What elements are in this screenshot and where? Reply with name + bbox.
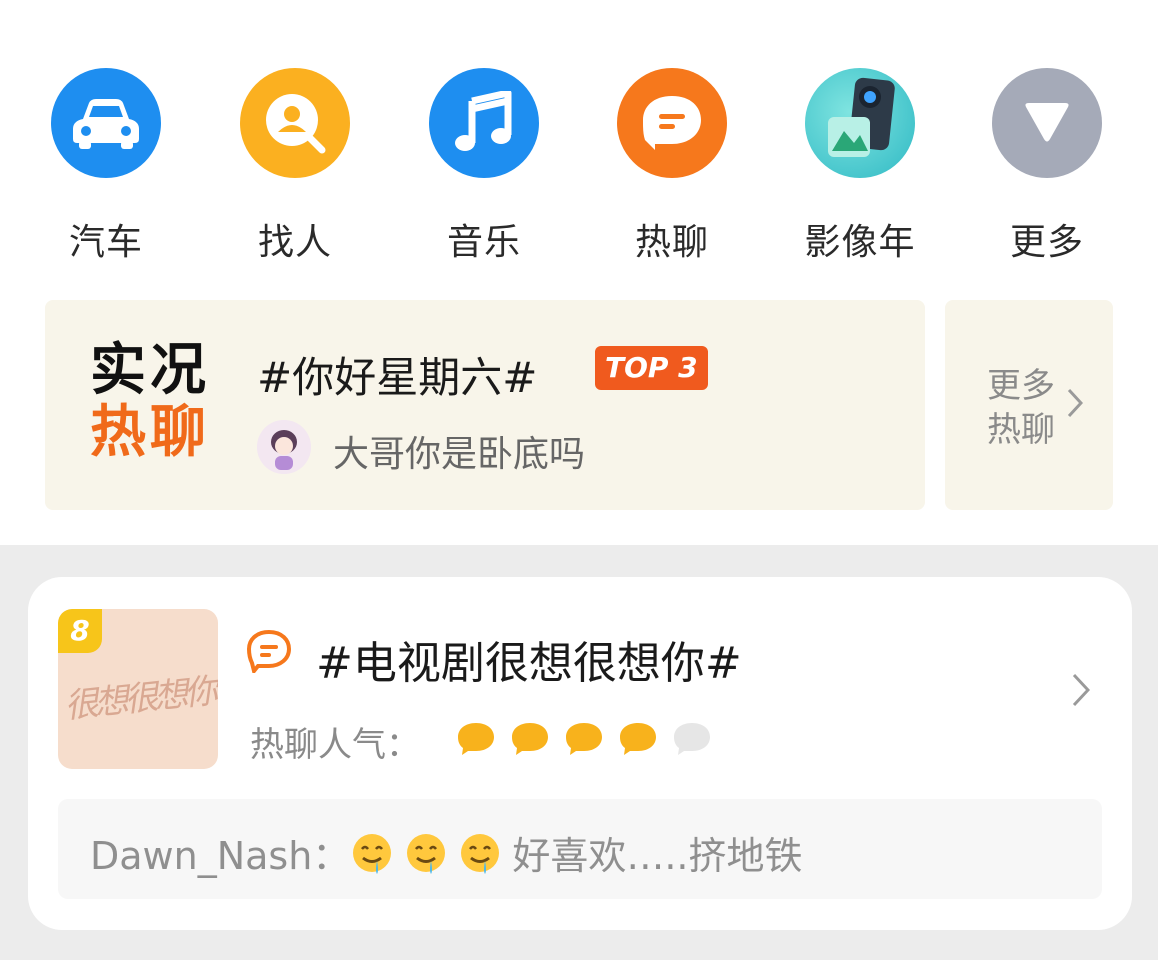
find-person-icon bbox=[240, 68, 350, 178]
topic-cover-image: 8 很想很想你 bbox=[58, 609, 218, 769]
popularity-bubble-empty-icon bbox=[674, 723, 710, 755]
shortcut-car[interactable]: 汽车 bbox=[31, 68, 181, 265]
popularity-bubble-filled-icon bbox=[512, 723, 548, 755]
topic-card[interactable]: 8 很想很想你 #电视剧很想很想你# 热聊人气： Dawn_Nash： 好喜欢…… bbox=[28, 577, 1132, 930]
chat-bubble-icon bbox=[246, 629, 292, 677]
shortcut-label: 音乐 bbox=[446, 222, 521, 263]
top-panel: 汽车 找人 音乐 热聊 影像年 更多 实况 热聊 #你好星期六# TOP 3 大… bbox=[0, 0, 1158, 545]
drooling-face-icon bbox=[407, 833, 446, 874]
popularity-label: 热聊人气： bbox=[250, 725, 420, 765]
shortcut-label: 更多 bbox=[1009, 222, 1084, 263]
cover-calligraphy: 很想很想你 bbox=[62, 671, 217, 727]
topic-title[interactable]: #电视剧很想很想你# bbox=[316, 627, 742, 691]
triangle-down-icon bbox=[992, 68, 1102, 178]
car-icon bbox=[51, 68, 161, 178]
more-hot-chat-label: 更多热聊 bbox=[987, 366, 1055, 450]
music-note-icon bbox=[429, 68, 539, 178]
live-chat-banner[interactable]: 实况 热聊 #你好星期六# TOP 3 大哥你是卧底吗 bbox=[45, 300, 925, 510]
top-rank-badge: TOP 3 bbox=[595, 346, 708, 390]
popularity-bubble-filled-icon bbox=[620, 723, 656, 755]
comment-line: Dawn_Nash： 好喜欢…..挤地铁 bbox=[90, 825, 802, 880]
logo-line-1: 实况 bbox=[90, 338, 210, 403]
comment-preview[interactable]: Dawn_Nash： 好喜欢…..挤地铁 bbox=[58, 799, 1102, 899]
live-chat-logo: 实况 热聊 bbox=[90, 340, 230, 464]
drooling-face-icon bbox=[461, 833, 500, 874]
popularity-rating bbox=[456, 721, 712, 757]
shortcut-label: 热聊 bbox=[634, 222, 709, 263]
comment-user: Dawn_Nash： bbox=[90, 834, 351, 878]
shortcut-label: 找人 bbox=[257, 222, 332, 263]
live-chat-topic[interactable]: #你好星期六# bbox=[257, 344, 537, 405]
shortcut-more[interactable]: 更多 bbox=[972, 68, 1122, 265]
camera-icon bbox=[805, 68, 915, 178]
shortcut-hot-chat[interactable]: 热聊 bbox=[597, 68, 747, 265]
drooling-face-icon bbox=[353, 833, 392, 874]
shortcut-label: 汽车 bbox=[68, 222, 143, 263]
chevron-right-icon bbox=[1067, 388, 1084, 422]
comment-text: 好喜欢…..挤地铁 bbox=[512, 834, 803, 878]
shortcut-label: 影像年 bbox=[804, 222, 916, 263]
shortcut-image-year[interactable]: 影像年 bbox=[785, 68, 935, 265]
shortcut-find-person[interactable]: 找人 bbox=[220, 68, 370, 265]
rank-badge: 8 bbox=[58, 609, 102, 653]
logo-line-2: 热聊 bbox=[90, 400, 210, 465]
chat-bubble-icon bbox=[617, 68, 727, 178]
live-chat-message: 大哥你是卧底吗 bbox=[333, 434, 586, 475]
more-hot-chat-button[interactable]: 更多热聊 bbox=[945, 300, 1113, 510]
popularity-bubble-filled-icon bbox=[566, 723, 602, 755]
popularity-bubble-filled-icon bbox=[458, 723, 494, 755]
shortcut-music[interactable]: 音乐 bbox=[409, 68, 559, 265]
avatar bbox=[257, 420, 311, 474]
chevron-right-icon[interactable] bbox=[1072, 673, 1091, 711]
